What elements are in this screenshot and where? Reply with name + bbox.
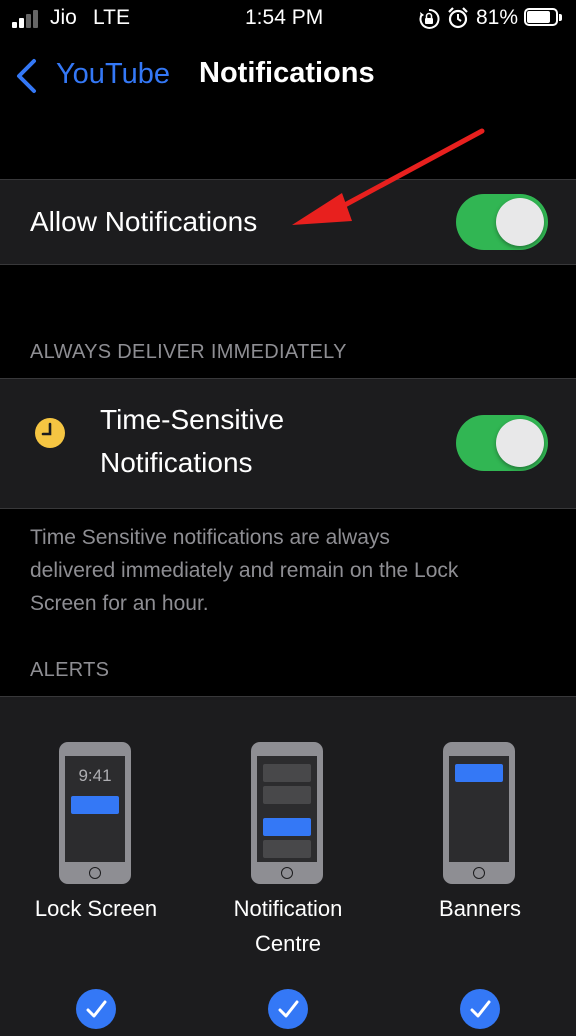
time-sensitive-label-line1: Time-Sensitive: [100, 404, 285, 435]
battery-percent: 81%: [476, 6, 519, 29]
network-label: LTE: [93, 6, 130, 29]
notification-centre-preview: [251, 742, 323, 884]
lock-screen-checkmark-icon[interactable]: [76, 989, 116, 1029]
signal-icon: [12, 10, 44, 28]
back-button[interactable]: YouTube: [56, 58, 170, 91]
alert-label-notification-centre-line1: Notification: [233, 896, 343, 921]
allow-notifications-label: Allow Notifications: [30, 206, 258, 237]
alert-label-banners: Banners: [439, 896, 521, 921]
section-header-always-deliver: ALWAYS DELIVER IMMEDIATELY: [30, 341, 347, 363]
banners-checkmark-icon[interactable]: [460, 989, 500, 1029]
alert-label-notification-centre-line2: Centre: [254, 931, 322, 956]
time-sensitive-footer: Time Sensitive notifications are always …: [30, 526, 459, 615]
notification-centre-checkmark-icon[interactable]: [268, 989, 308, 1029]
battery-icon: [524, 8, 564, 28]
carrier-label: Jio: [50, 6, 77, 29]
time-sensitive-toggle[interactable]: [456, 415, 548, 471]
alarm-icon: [448, 7, 468, 29]
toggle-knob: [496, 198, 544, 246]
clock-time: 1:54 PM: [245, 6, 324, 29]
alert-option-lock-screen[interactable]: 9:41 Lock Screen: [0, 697, 192, 1029]
lock-screen-preview: 9:41: [59, 742, 131, 884]
toggle-knob: [496, 419, 544, 467]
section-header-alerts: ALERTS: [30, 659, 110, 681]
banners-preview: [443, 742, 515, 884]
alert-option-notification-centre[interactable]: Notification Centre: [192, 697, 384, 1029]
alert-label-lock-screen: Lock Screen: [34, 896, 158, 921]
page-title: Notifications: [199, 57, 375, 89]
back-chevron-icon[interactable]: [14, 58, 40, 94]
preview-time: 9:41: [78, 766, 112, 785]
alerts-options-panel: 9:41 Lock Screen Notification Centre Ban…: [0, 696, 576, 1036]
time-sensitive-row[interactable]: Time-Sensitive Notifications: [0, 378, 576, 509]
status-bar: Jio LTE 1:54 PM 81%: [0, 0, 576, 40]
time-sensitive-label-line2: Notifications: [100, 447, 253, 478]
red-arrow-icon: [292, 128, 485, 225]
orientation-lock-icon: [419, 8, 440, 29]
clock-icon: [35, 418, 65, 448]
alert-option-banners[interactable]: Banners: [384, 697, 576, 1029]
